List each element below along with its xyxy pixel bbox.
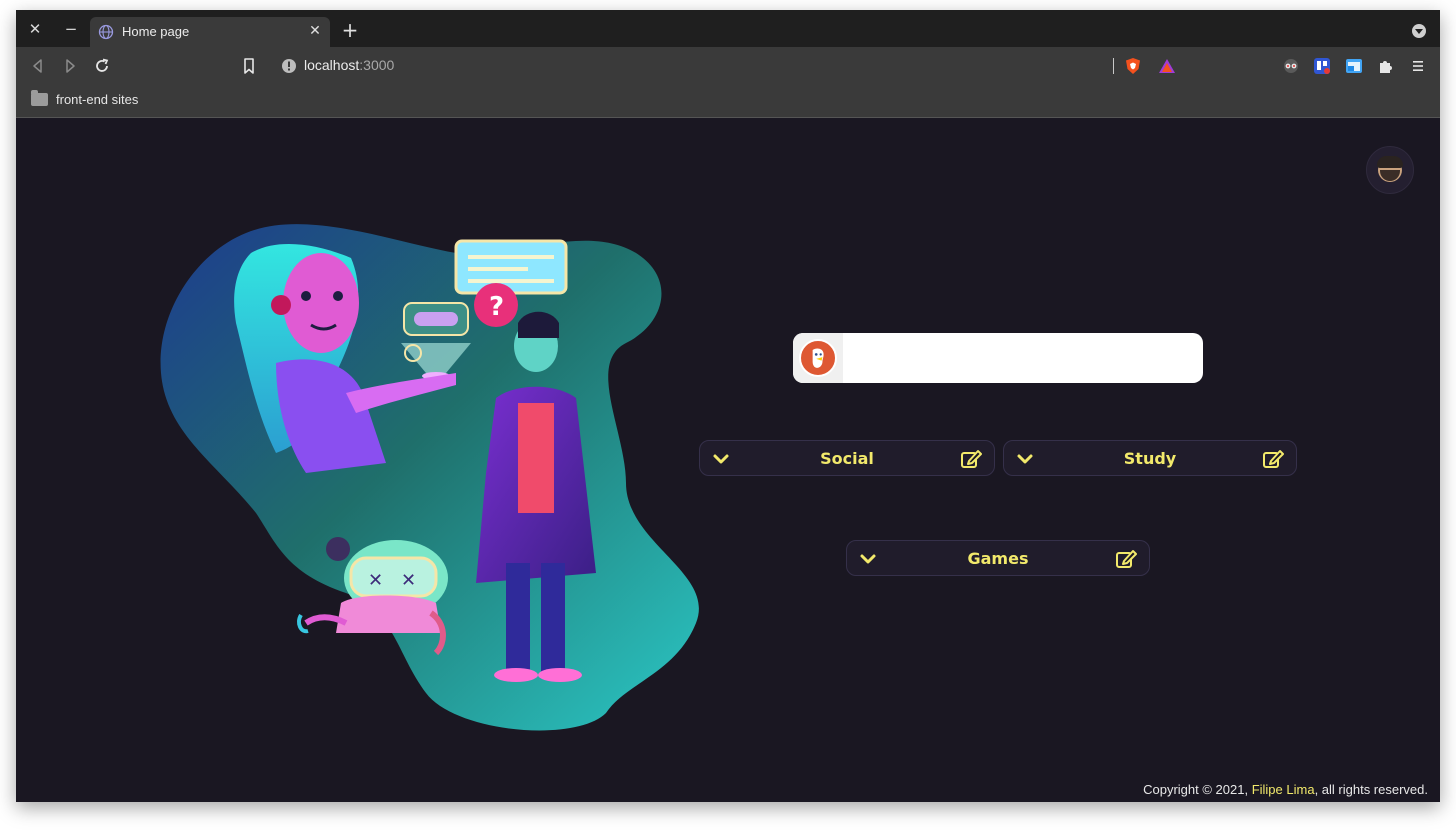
category-title: Study bbox=[1123, 449, 1177, 468]
brave-rewards-icon[interactable] bbox=[1158, 57, 1176, 75]
extension-trello-icon[interactable] bbox=[1313, 57, 1331, 75]
bookmark-icon[interactable] bbox=[240, 57, 258, 75]
globe-icon bbox=[98, 24, 114, 40]
edit-icon[interactable] bbox=[1262, 448, 1284, 470]
svg-text:✕: ✕ bbox=[401, 570, 416, 591]
category-title: Games bbox=[967, 549, 1029, 568]
copyright-suffix: , all rights reserved. bbox=[1314, 782, 1428, 797]
url-host: localhost bbox=[304, 57, 360, 73]
folder-icon[interactable] bbox=[31, 90, 48, 106]
tab-list-icon[interactable] bbox=[1412, 24, 1426, 38]
bookmark-folder-label[interactable]: front-end sites bbox=[56, 92, 138, 107]
bookmarks-bar: front-end sites bbox=[16, 85, 1440, 118]
menu-icon[interactable] bbox=[1409, 57, 1427, 75]
extension-mask-icon[interactable] bbox=[1282, 57, 1300, 75]
svg-text:✕: ✕ bbox=[368, 570, 383, 591]
url-port: :3000 bbox=[359, 57, 395, 73]
edit-icon[interactable] bbox=[960, 448, 982, 470]
tab-title: Home page bbox=[122, 24, 190, 39]
minimize-window-icon[interactable]: − bbox=[61, 19, 81, 39]
support-illustration: ? ✕ ✕ bbox=[160, 224, 699, 731]
browser-window: ✕ − Home page ✕ + localhost:3000 front-e… bbox=[16, 10, 1440, 802]
close-tab-icon[interactable]: ✕ bbox=[306, 22, 324, 40]
category-games[interactable]: Games bbox=[846, 540, 1150, 576]
category-social[interactable]: Social bbox=[699, 440, 995, 476]
author-link[interactable]: Filipe Lima bbox=[1252, 782, 1315, 797]
category-study[interactable]: Study bbox=[1003, 440, 1297, 476]
brave-shield-icon[interactable] bbox=[1124, 57, 1142, 75]
copyright-footer: Copyright © 2021, Filipe Lima, all right… bbox=[1143, 782, 1428, 797]
search-engine-button[interactable] bbox=[793, 333, 843, 383]
copyright-prefix: Copyright © 2021, bbox=[1143, 782, 1252, 797]
address-bar[interactable]: localhost:3000 bbox=[304, 57, 394, 73]
toolbar-separator bbox=[1113, 58, 1114, 74]
close-window-icon[interactable]: ✕ bbox=[25, 19, 45, 39]
search-input[interactable] bbox=[847, 333, 1201, 383]
new-tab-icon[interactable]: + bbox=[340, 20, 360, 40]
avatar-hair bbox=[1377, 156, 1403, 168]
site-info-icon[interactable] bbox=[280, 57, 298, 75]
tab-strip: ✕ − Home page ✕ + bbox=[16, 10, 1440, 47]
toolbar: localhost:3000 bbox=[16, 47, 1440, 85]
extension-window-icon[interactable] bbox=[1345, 57, 1363, 75]
avatar[interactable] bbox=[1366, 146, 1414, 194]
edit-icon[interactable] bbox=[1115, 548, 1137, 570]
page-content: ? ✕ ✕ Social Study Games Copyright © 202… bbox=[16, 118, 1440, 802]
svg-text:?: ? bbox=[489, 292, 504, 322]
extensions-puzzle-icon[interactable] bbox=[1377, 57, 1395, 75]
search-bar bbox=[793, 333, 1203, 383]
back-icon[interactable] bbox=[29, 57, 47, 75]
tab-home-page[interactable]: Home page ✕ bbox=[90, 17, 330, 47]
forward-icon[interactable] bbox=[61, 57, 79, 75]
duckduckgo-icon bbox=[799, 339, 837, 377]
reload-icon[interactable] bbox=[93, 57, 111, 75]
category-title: Social bbox=[820, 449, 874, 468]
